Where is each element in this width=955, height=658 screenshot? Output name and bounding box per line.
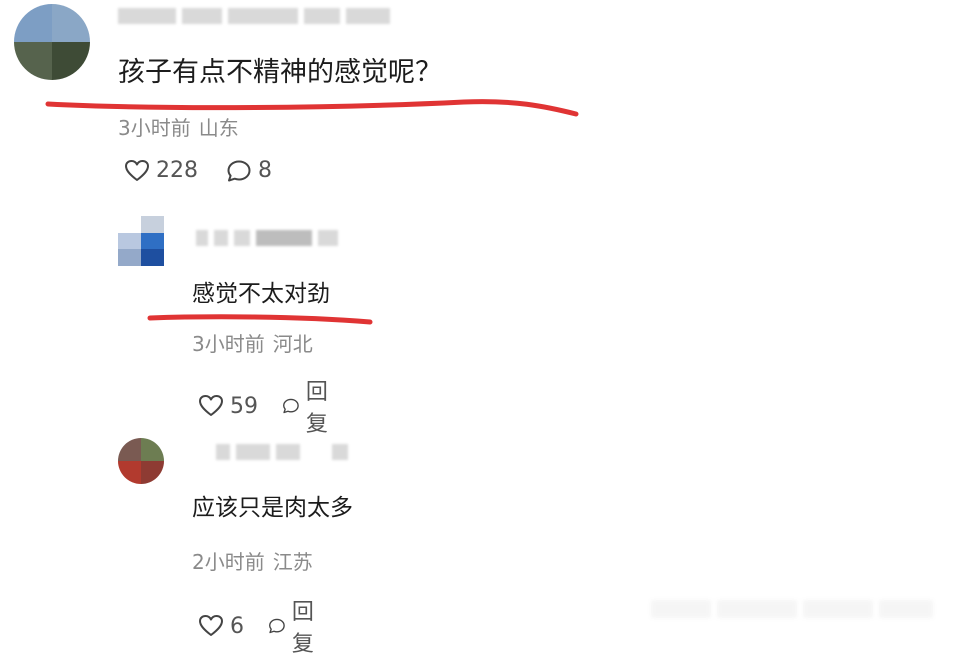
avatar[interactable] (118, 216, 164, 266)
comment-time: 2小时前 (192, 550, 265, 574)
avatar-pixel (14, 42, 52, 80)
like-button[interactable]: 228 (124, 158, 198, 183)
reply-button[interactable]: 回复 (282, 374, 336, 438)
comment-time: 3小时前 (118, 116, 191, 140)
avatar-pixel (141, 232, 164, 250)
avatar-pixel (52, 4, 90, 42)
like-button[interactable]: 6 (198, 614, 244, 639)
like-count: 228 (156, 158, 198, 183)
avatar-pixel (118, 461, 141, 484)
comment-location: 山东 (198, 116, 239, 140)
comment-text: 感觉不太对劲 (192, 281, 330, 307)
username-blurred[interactable] (196, 228, 338, 248)
comment-meta: 3小时前 河北 (192, 328, 313, 357)
comment-location: 江苏 (272, 550, 313, 574)
reply-label: 回复 (305, 380, 328, 437)
avatar-pixel (118, 216, 141, 233)
avatar-pixel (141, 249, 164, 266)
comment-bubble-icon (283, 398, 299, 414)
comment-bubble-icon (269, 618, 285, 634)
heart-icon (199, 615, 223, 636)
avatar-pixel (118, 249, 141, 266)
avatar-pixel (141, 216, 164, 233)
like-count: 6 (230, 613, 244, 639)
username-blurred[interactable] (118, 6, 390, 26)
avatar-pixel (52, 42, 90, 80)
watermark-blurred (651, 596, 941, 622)
comment-meta: 2小时前 江苏 (192, 546, 313, 575)
like-count: 59 (230, 393, 258, 419)
avatar[interactable] (118, 438, 164, 484)
red-underline (147, 314, 373, 325)
like-button[interactable]: 59 (198, 394, 258, 419)
reply-button[interactable]: 8 (226, 158, 272, 183)
avatar-pixel (118, 232, 141, 250)
comment-text: 孩子有点不精神的感觉呢？ (118, 57, 442, 88)
comment-time: 3小时前 (192, 332, 265, 356)
comment-bubble-icon (227, 160, 251, 181)
comment-location: 河北 (272, 332, 313, 356)
avatar-pixel (118, 438, 141, 461)
reply-button[interactable]: 回复 (268, 594, 322, 658)
reply-count: 8 (258, 158, 272, 183)
heart-icon (125, 159, 149, 181)
comment-text: 应该只是肉太多 (192, 495, 353, 521)
avatar[interactable] (14, 4, 90, 80)
comment-actions: 228 8 (124, 158, 272, 183)
comment-actions: 59 回复 (198, 374, 336, 438)
avatar-pixel (141, 438, 164, 461)
username-blurred[interactable] (216, 442, 348, 462)
heart-icon (199, 395, 223, 416)
avatar-pixel (14, 4, 52, 42)
comment-actions: 6 回复 (198, 594, 322, 658)
comment-meta: 3小时前 山东 (118, 112, 239, 141)
reply-label: 回复 (291, 600, 314, 657)
avatar-pixel (141, 461, 164, 484)
